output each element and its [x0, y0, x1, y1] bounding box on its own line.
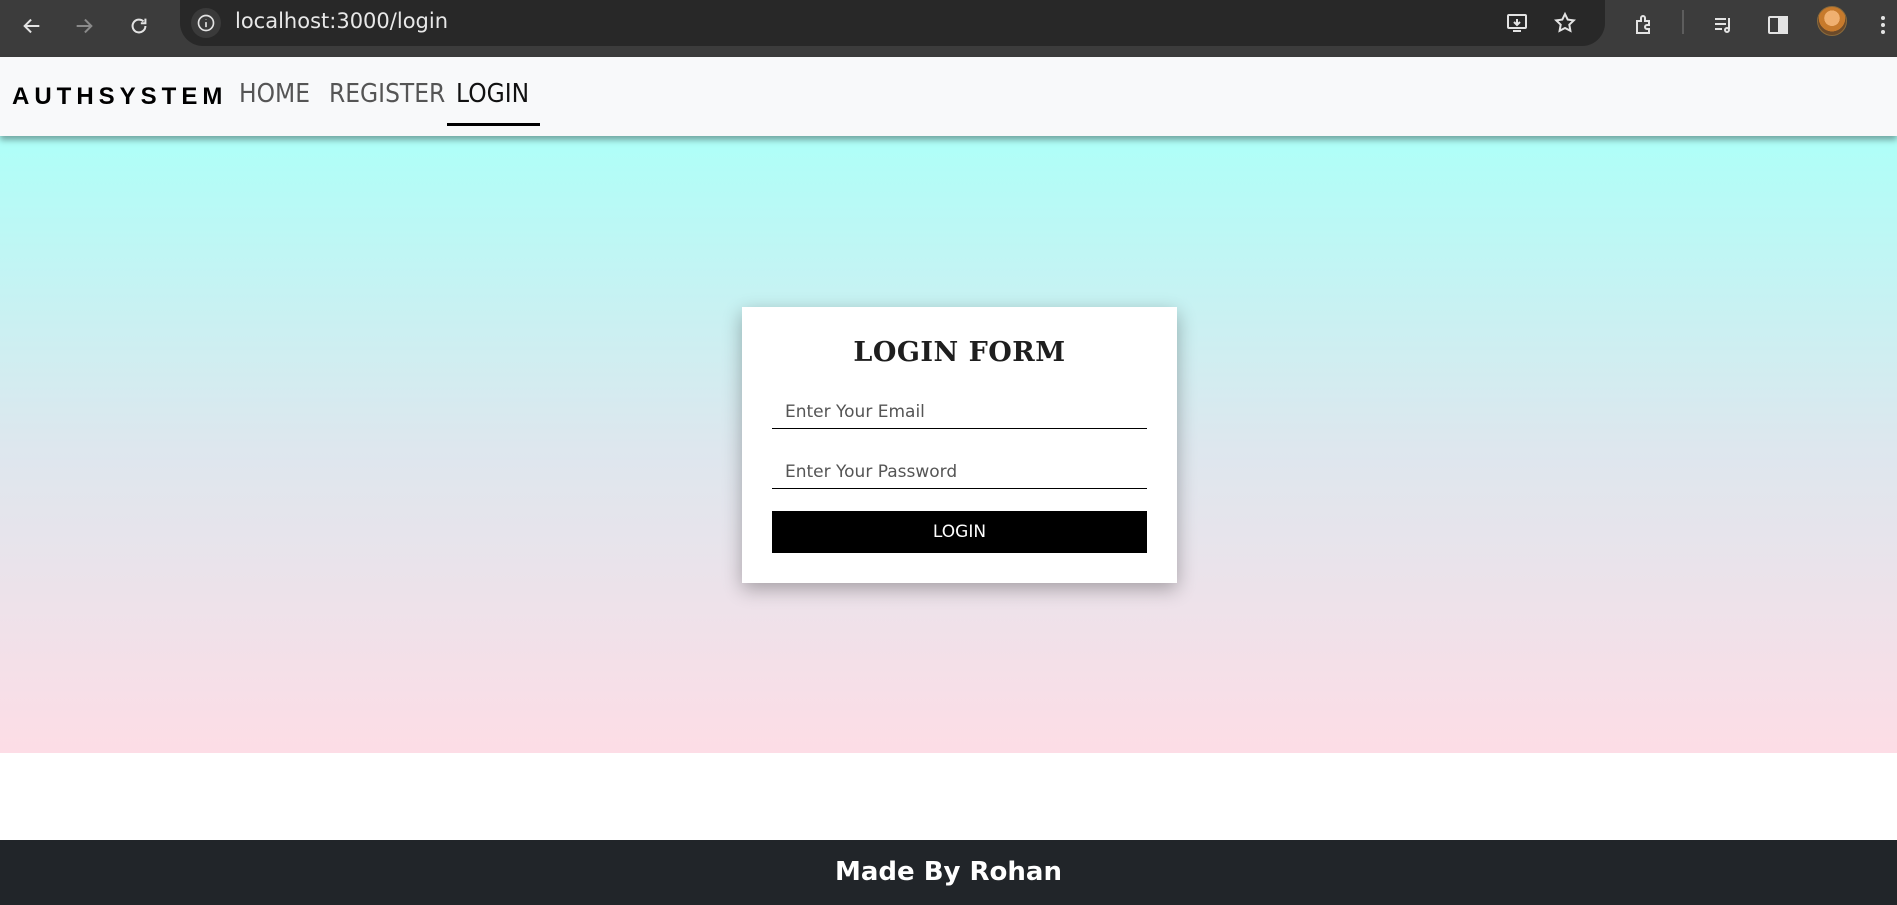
- nav-link-home[interactable]: HOME: [239, 57, 310, 136]
- site-footer: Made By Rohan: [0, 840, 1897, 905]
- bookmark-star-icon[interactable]: [1550, 8, 1580, 38]
- nav-link-register[interactable]: REGISTER: [329, 57, 445, 136]
- login-button[interactable]: LOGIN: [772, 511, 1147, 553]
- browser-toolbar: localhost:3000/login: [0, 0, 1897, 57]
- active-nav-indicator: [447, 123, 540, 126]
- forward-icon[interactable]: [66, 8, 102, 44]
- extensions-icon[interactable]: [1627, 8, 1661, 42]
- footer-text: Made By Rohan: [835, 857, 1062, 887]
- side-panel-icon[interactable]: [1761, 8, 1795, 42]
- brand-logo[interactable]: AUTHSYSTEM: [12, 57, 227, 136]
- password-field[interactable]: [772, 455, 1147, 489]
- email-field[interactable]: [772, 395, 1147, 429]
- media-control-icon[interactable]: [1707, 8, 1741, 42]
- form-title: LOGIN FORM: [853, 337, 1066, 368]
- site-info-icon[interactable]: [191, 8, 221, 38]
- profile-avatar[interactable]: [1817, 6, 1847, 36]
- url-text[interactable]: localhost:3000/login: [235, 0, 448, 42]
- install-app-icon[interactable]: [1502, 8, 1532, 38]
- site-navbar: AUTHSYSTEM HOME REGISTER LOGIN: [0, 57, 1897, 136]
- reload-icon[interactable]: [121, 8, 157, 44]
- menu-kebab-icon[interactable]: [1866, 8, 1897, 42]
- back-icon[interactable]: [14, 8, 50, 44]
- toolbar-separator: [1682, 10, 1684, 34]
- address-bar[interactable]: localhost:3000/login: [180, 0, 1605, 46]
